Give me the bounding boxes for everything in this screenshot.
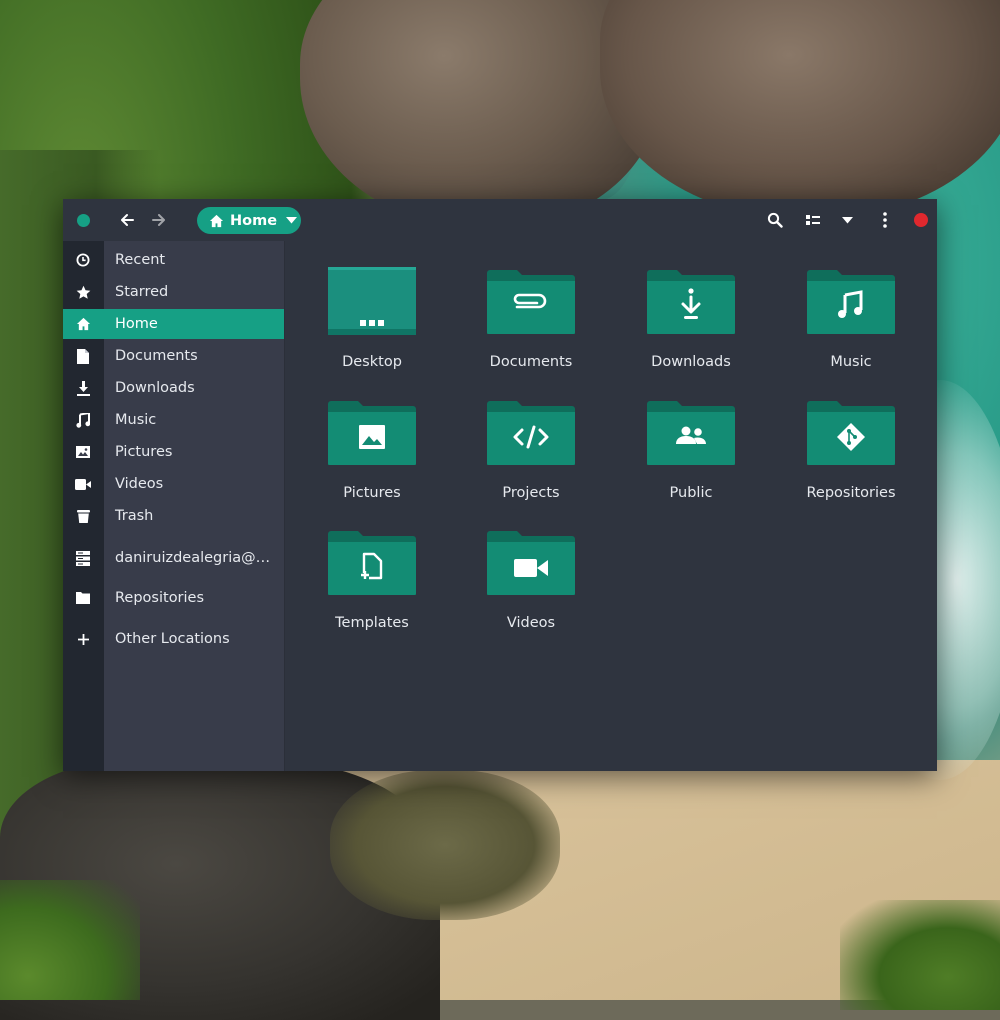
git-folder-icon <box>807 401 895 465</box>
plus-icon <box>75 631 91 647</box>
forward-button[interactable] <box>147 208 171 232</box>
home-icon <box>75 316 91 332</box>
sidebar-item-downloads[interactable]: Downloads <box>63 373 284 403</box>
folder-downloads[interactable]: Downloads <box>616 245 766 370</box>
desktop-folder-icon <box>328 267 416 335</box>
folder-name: Public <box>669 485 713 501</box>
sidebar-item-label: Recent <box>115 252 166 268</box>
file-grid: Desktop Documents Downloads Music Pictur… <box>285 241 937 771</box>
folder-projects[interactable]: Projects <box>456 376 606 501</box>
image-folder-icon <box>328 401 416 465</box>
download-folder-icon <box>647 270 735 334</box>
code-folder-icon <box>487 401 575 465</box>
sidebar-item-music[interactable]: Music <box>63 405 284 435</box>
folder-desktop[interactable]: Desktop <box>297 245 447 370</box>
server-icon <box>75 550 91 566</box>
image-icon <box>75 444 91 460</box>
folder-name: Desktop <box>342 354 402 370</box>
arrow-right-icon <box>152 214 165 226</box>
sidebar-item-label: daniruizdealegria@… <box>115 550 271 566</box>
folder-name: Documents <box>489 354 573 370</box>
app-indicator-dot <box>77 214 90 227</box>
sidebar-item-remote-server[interactable]: daniruizdealegria@… <box>63 543 284 573</box>
sidebar-item-label: Videos <box>115 476 164 492</box>
folder-name: Music <box>830 354 872 370</box>
folder-repositories[interactable]: Repositories <box>776 376 926 501</box>
home-icon <box>209 214 224 228</box>
trash-icon <box>75 508 91 524</box>
folder-name: Templates <box>335 615 409 631</box>
download-icon <box>75 380 91 396</box>
sidebar-item-label: Pictures <box>115 444 173 460</box>
folder-videos[interactable]: Videos <box>456 506 606 631</box>
folder-music[interactable]: Music <box>776 245 926 370</box>
folder-documents[interactable]: Documents <box>456 245 606 370</box>
kebab-menu-icon <box>883 212 887 228</box>
sidebar-item-label: Music <box>115 412 157 428</box>
people-folder-icon <box>647 401 735 465</box>
template-folder-icon <box>328 531 416 595</box>
search-button[interactable] <box>763 208 787 232</box>
list-view-icon <box>806 215 820 225</box>
video-folder-icon <box>487 531 575 595</box>
list-view-button[interactable] <box>801 208 825 232</box>
arrow-left-icon <box>121 214 134 226</box>
sidebar-item-starred[interactable]: Starred <box>63 277 284 307</box>
folder-icon <box>75 590 91 606</box>
chevron-down-icon <box>841 216 853 223</box>
sidebar-item-documents[interactable]: Documents <box>63 341 284 371</box>
folder-name: Videos <box>506 615 556 631</box>
clock-icon <box>75 252 91 268</box>
view-options-button[interactable] <box>835 208 859 232</box>
sidebar-item-label: Other Locations <box>115 631 230 647</box>
sidebar-item-label: Trash <box>115 508 154 524</box>
star-icon <box>75 284 91 300</box>
document-icon <box>75 348 91 364</box>
folder-name: Projects <box>502 485 560 501</box>
sidebar-item-videos[interactable]: Videos <box>63 469 284 499</box>
sidebar-item-label: Documents <box>115 348 198 364</box>
sidebar-item-trash[interactable]: Trash <box>63 501 284 531</box>
search-icon <box>767 212 783 228</box>
music-folder-icon <box>807 270 895 334</box>
sidebar-item-other-locations[interactable]: Other Locations <box>63 624 284 654</box>
folder-public[interactable]: Public <box>616 376 766 501</box>
chevron-down-icon <box>286 217 298 224</box>
folder-name: Downloads <box>651 354 731 370</box>
folder-templates[interactable]: Templates <box>297 506 447 631</box>
video-camera-icon <box>75 476 91 492</box>
paperclip-folder-icon <box>487 270 575 334</box>
header-bar: Home <box>63 199 937 241</box>
sidebar-item-label: Home <box>115 316 158 332</box>
music-icon <box>75 412 91 428</box>
folder-pictures[interactable]: Pictures <box>297 376 447 501</box>
sidebar-item-label: Downloads <box>115 380 195 396</box>
folder-name: Repositories <box>806 485 896 501</box>
main-menu-button[interactable] <box>873 208 897 232</box>
sidebar-item-home[interactable]: Home <box>63 309 284 339</box>
folder-name: Pictures <box>343 485 401 501</box>
sidebar-item-label: Repositories <box>115 590 205 606</box>
close-window-button[interactable] <box>914 213 928 227</box>
back-button[interactable] <box>115 208 139 232</box>
sidebar-item-pictures[interactable]: Pictures <box>63 437 284 467</box>
path-bar-home-button[interactable]: Home <box>197 207 301 234</box>
sidebar-item-label: Starred <box>115 284 169 300</box>
file-manager-window: Home Recent Starred Home Documents Downl… <box>63 199 937 771</box>
path-bar-label: Home <box>230 212 278 229</box>
sidebar-item-repositories[interactable]: Repositories <box>63 583 284 613</box>
sidebar-item-recent[interactable]: Recent <box>63 245 284 275</box>
